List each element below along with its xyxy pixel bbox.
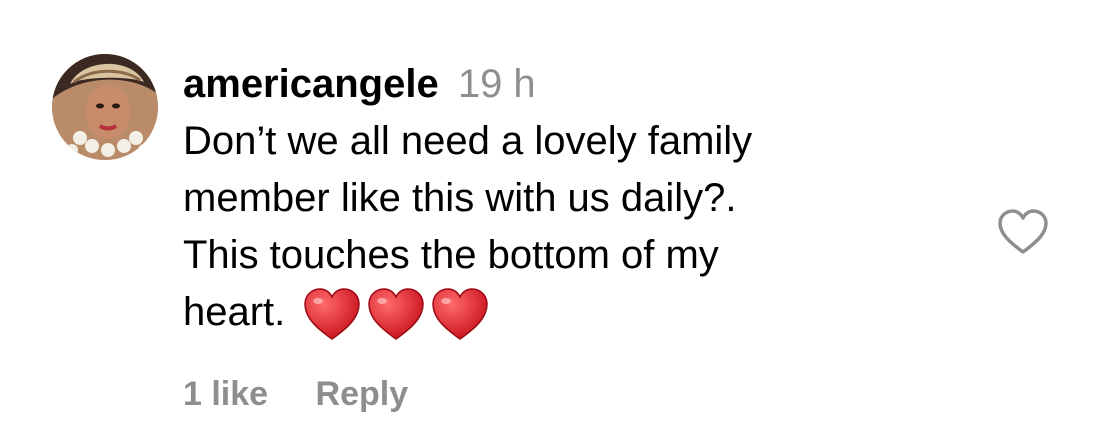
comment-text-last-line: heart. [183, 284, 943, 341]
reply-button[interactable]: Reply [316, 375, 409, 413]
comment-text-line: member like this with us daily?. [183, 176, 737, 220]
comment-text-line: Don’t we all need a lovely family [183, 119, 753, 163]
username-link[interactable]: americangele [183, 62, 439, 106]
avatar[interactable] [52, 54, 158, 160]
likes-count-link[interactable]: 1 like [183, 375, 268, 413]
avatar-photo [52, 54, 158, 160]
red-heart-icon [432, 288, 489, 341]
heart-outline-icon [998, 209, 1048, 254]
comment-text: Don’t we all need a lovely family member… [183, 113, 943, 341]
comment-text-line: This touches the bottom of my [183, 233, 719, 277]
like-button[interactable] [996, 208, 1050, 256]
red-heart-icon [304, 288, 361, 341]
comment-actions: 1 like Reply [183, 372, 408, 416]
red-heart-icon [368, 288, 425, 341]
comment-text-line: heart. [183, 290, 286, 334]
comment-content: americangele 19 h Don’t we all need a lo… [183, 58, 943, 341]
timestamp: 19 h [457, 62, 536, 106]
comment: americangele 19 h Don’t we all need a lo… [0, 0, 1098, 442]
heart-emoji-group [303, 287, 495, 341]
comment-header: americangele 19 h [183, 58, 943, 110]
